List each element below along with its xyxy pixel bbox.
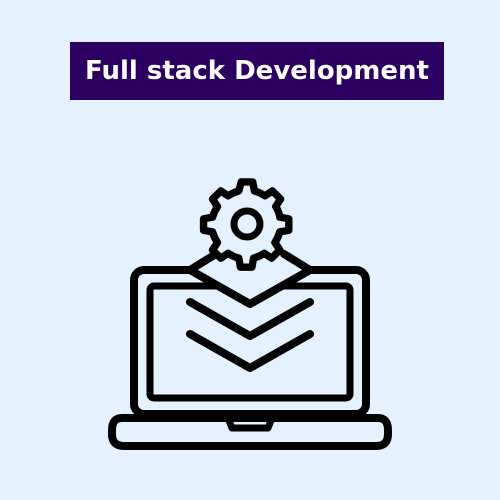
laptop-with-gear-and-layers-icon — [108, 178, 392, 450]
gear-icon — [199, 178, 293, 271]
graphic-canvas: Full stack Development — [0, 0, 500, 500]
laptop-base — [108, 414, 392, 450]
